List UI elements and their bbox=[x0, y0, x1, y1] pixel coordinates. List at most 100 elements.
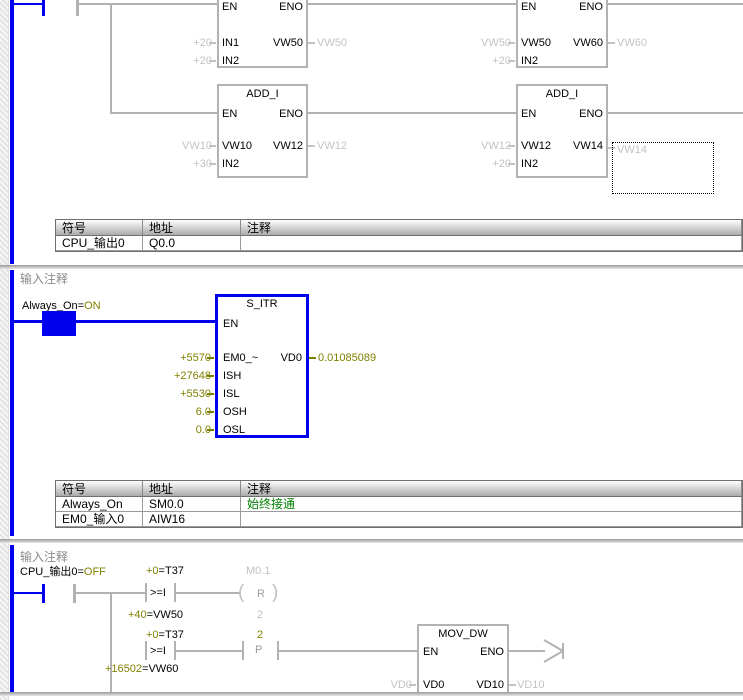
pulse-letter[interactable]: P bbox=[255, 644, 262, 656]
page-margin-hatch bbox=[0, 0, 9, 700]
col-header-symbol[interactable]: 符号 bbox=[56, 220, 143, 236]
compare-bottom-operand[interactable]: +40=VW50 bbox=[128, 609, 183, 621]
col-header-address[interactable]: 地址 bbox=[143, 481, 241, 497]
compare-top-operand[interactable]: +0=T37 bbox=[146, 629, 184, 641]
table-row[interactable]: EM0_输入0 AIW16 bbox=[56, 512, 742, 527]
status-value: VW12 bbox=[317, 140, 347, 152]
wire-stub bbox=[509, 684, 516, 686]
coil-letter[interactable]: R bbox=[257, 588, 265, 600]
wire-h bbox=[608, 112, 743, 114]
wire-h bbox=[608, 3, 743, 5]
symbol-table-1: 符号 地址 注释 CPU_输出0 Q0.0 bbox=[55, 219, 743, 252]
cell-symbol[interactable]: CPU_输出0 bbox=[56, 236, 143, 251]
power-rail bbox=[10, 545, 14, 692]
col-header-comment[interactable]: 注释 bbox=[241, 481, 742, 497]
operand[interactable]: VW60 bbox=[540, 37, 603, 49]
port-label: ENO bbox=[550, 108, 603, 120]
operand[interactable]: VW14 bbox=[540, 140, 603, 152]
status-value: 0.01085089 bbox=[318, 352, 376, 364]
selection-cursor[interactable] bbox=[612, 142, 714, 194]
symbol-table-2: 符号 地址 注释 Always_On SM0.0 始终接通 EM0_输入0 AI… bbox=[55, 480, 743, 528]
operand[interactable]: VW12 bbox=[240, 140, 303, 152]
port-label: OSH bbox=[223, 406, 247, 418]
cell-comment[interactable] bbox=[241, 236, 742, 251]
compare-op[interactable]: >=I bbox=[150, 587, 166, 599]
status-value: +30 bbox=[160, 158, 212, 170]
cell-address[interactable]: SM0.0 bbox=[143, 497, 241, 512]
operand[interactable]: VD0 bbox=[250, 352, 302, 364]
wire-stub bbox=[209, 145, 216, 147]
ladder-editor-viewport: EN ENO IN1 VW50 IN2 +20 +20 VW50 EN ENO … bbox=[0, 0, 743, 700]
block-title: S_ITR bbox=[215, 298, 309, 310]
coil-right-paren: ) bbox=[272, 582, 278, 604]
cell-symbol[interactable]: EM0_输入0 bbox=[56, 512, 143, 527]
contact-leg[interactable] bbox=[42, 0, 45, 16]
status-value: 6.0 bbox=[155, 406, 211, 418]
contact-status: OFF bbox=[84, 566, 106, 578]
port-label: EN bbox=[521, 1, 536, 13]
wire-h bbox=[308, 3, 516, 5]
contact-energized-fill[interactable] bbox=[45, 311, 73, 336]
status-value: +20 bbox=[459, 158, 511, 170]
contact-leg[interactable] bbox=[42, 584, 45, 603]
coil-address[interactable]: M0.1 bbox=[246, 565, 270, 577]
network-separator bbox=[0, 692, 743, 696]
contact-leg[interactable] bbox=[242, 641, 244, 660]
port-label: IN2 bbox=[521, 158, 538, 170]
wire-stub bbox=[409, 684, 416, 686]
status-value: VD10 bbox=[517, 679, 545, 691]
branch-arrow-icon bbox=[543, 637, 569, 665]
status-value: +16502 bbox=[105, 663, 142, 675]
port-label: ENO bbox=[250, 108, 303, 120]
table-row[interactable]: CPU_输出0 Q0.0 bbox=[56, 236, 742, 251]
col-header-address[interactable]: 地址 bbox=[143, 220, 241, 236]
cell-symbol[interactable]: Always_On bbox=[56, 497, 143, 512]
col-header-comment[interactable]: 注释 bbox=[241, 220, 742, 236]
cell-address[interactable]: Q0.0 bbox=[143, 236, 241, 251]
coil-count: 2 bbox=[257, 609, 263, 621]
table-header-row: 符号 地址 注释 bbox=[56, 481, 742, 497]
port-label: OSL bbox=[223, 424, 245, 436]
status-value: +20 bbox=[459, 55, 511, 67]
compare-op[interactable]: >=I bbox=[150, 645, 166, 657]
cell-comment[interactable] bbox=[241, 512, 742, 527]
col-header-symbol[interactable]: 符号 bbox=[56, 481, 143, 497]
operand: =T37 bbox=[159, 565, 184, 577]
table-header-row: 符号 地址 注释 bbox=[56, 220, 742, 236]
status-value: +20 bbox=[160, 37, 212, 49]
port-label: ISL bbox=[223, 388, 240, 400]
contact-label: CPU_输出0=OFF bbox=[20, 566, 106, 578]
wire-h bbox=[76, 320, 215, 323]
operand[interactable]: VW50 bbox=[240, 37, 303, 49]
cell-address[interactable]: AIW16 bbox=[143, 512, 241, 527]
contact-leg[interactable] bbox=[145, 641, 147, 660]
status-value: +0 bbox=[146, 629, 159, 641]
wire-h bbox=[176, 592, 240, 594]
wire-h bbox=[14, 320, 42, 323]
block-title: ADD_I bbox=[516, 88, 608, 100]
wire-h bbox=[279, 650, 417, 652]
status-value: VW12 bbox=[459, 140, 511, 152]
compare-top-operand[interactable]: +0=T37 bbox=[146, 565, 184, 577]
pulse-count: 2 bbox=[257, 629, 263, 641]
table-row[interactable]: Always_On SM0.0 始终接通 bbox=[56, 497, 742, 512]
wire-stub bbox=[209, 42, 216, 44]
wire-stub bbox=[508, 163, 515, 165]
wire-v bbox=[110, 3, 112, 114]
coil-left-paren: ( bbox=[238, 582, 244, 604]
operand[interactable]: VD10 bbox=[441, 679, 504, 691]
status-value: +20 bbox=[160, 55, 212, 67]
wire-v bbox=[110, 592, 112, 692]
port-label: EN bbox=[521, 108, 536, 120]
compare-bottom-operand[interactable]: +16502=VW60 bbox=[105, 663, 178, 675]
cell-comment[interactable]: 始终接通 bbox=[241, 497, 742, 512]
power-rail bbox=[10, 0, 14, 264]
block-title: MOV_DW bbox=[417, 628, 509, 640]
wire-stub bbox=[207, 393, 214, 395]
port-label: ISH bbox=[223, 370, 241, 382]
network-comment[interactable]: 输入注释 bbox=[20, 551, 68, 563]
contact-leg[interactable] bbox=[145, 583, 147, 602]
operand: =VW60 bbox=[142, 663, 178, 675]
port-label: IN1 bbox=[222, 37, 239, 49]
network-comment[interactable]: 输入注释 bbox=[20, 273, 68, 285]
